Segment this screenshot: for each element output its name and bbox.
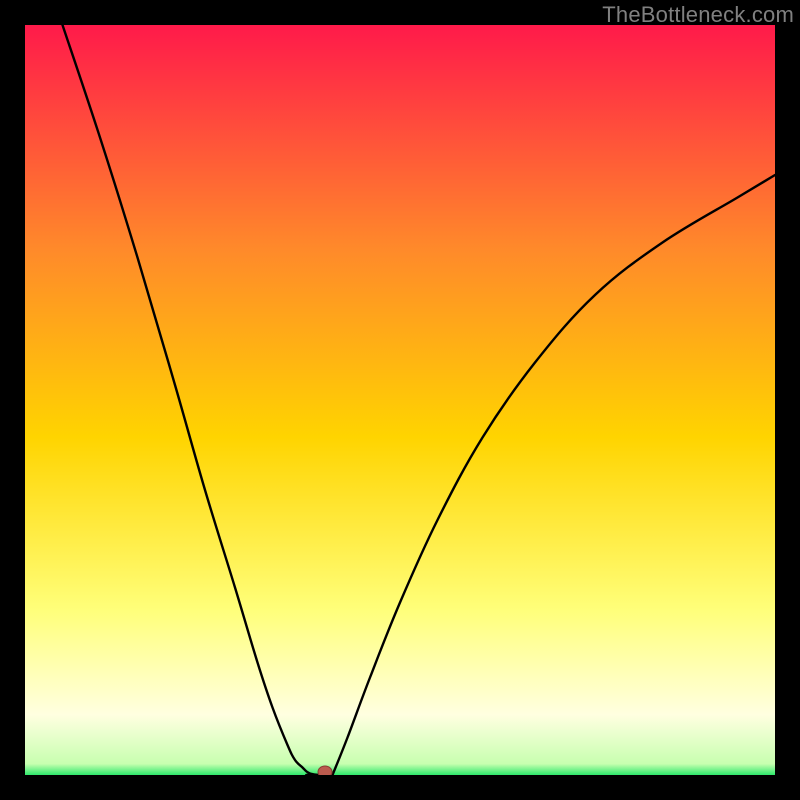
watermark-text: TheBottleneck.com <box>602 2 794 28</box>
plot-area <box>25 25 775 775</box>
gradient-background <box>25 25 775 775</box>
chart-frame: TheBottleneck.com <box>0 0 800 800</box>
chart-svg <box>25 25 775 775</box>
minimum-marker <box>318 766 332 775</box>
